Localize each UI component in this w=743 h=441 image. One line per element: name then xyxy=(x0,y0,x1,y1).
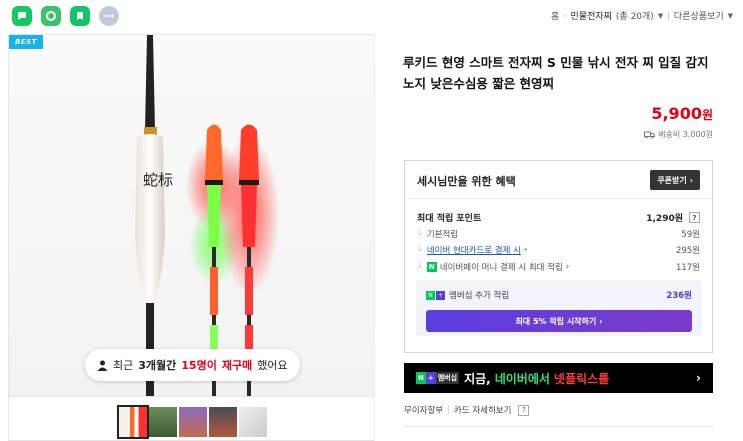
top-bar: 홈 › 민물전자찌 (총 20개) ▼ | 다른상품보기 ▼ xyxy=(0,0,743,32)
help-icon[interactable]: ? xyxy=(689,212,700,223)
breadcrumb-count: (총 20개) xyxy=(615,12,654,22)
benefit-title: 세시님만을 위한 혜택 xyxy=(417,175,516,188)
points-value: 295원 xyxy=(675,246,700,256)
price-value: 5,900 xyxy=(651,104,702,123)
caret-down-icon[interactable]: ▼ xyxy=(728,12,733,20)
talk-share-icon[interactable] xyxy=(12,6,32,26)
points-label: 기본적립 xyxy=(417,228,458,240)
membership-label: 멤버십 추가 적립 xyxy=(449,291,510,301)
membership-value: 236원 xyxy=(666,291,692,301)
notice-highlight: 재구매 xyxy=(221,359,253,372)
more-share-icon[interactable] xyxy=(99,6,119,26)
thumbnail[interactable] xyxy=(149,407,177,437)
membership-start-button[interactable]: 최대 5% 적립 시작하기 › xyxy=(426,310,692,332)
thumbnail[interactable] xyxy=(239,407,267,437)
banner-text-red: 넷플릭스를 xyxy=(553,371,610,386)
installment-divider: | xyxy=(447,405,450,415)
product-price: 5,900원 xyxy=(651,104,713,123)
banner-badge: 멤버십 xyxy=(435,372,460,384)
card-details-link[interactable]: 카드 자세히보기 xyxy=(454,404,511,416)
max-points-row: 최대 적립 포인트 1,290원 ? xyxy=(417,211,700,224)
banner-text-green: 네이버에서 xyxy=(494,371,550,386)
thumbnail[interactable] xyxy=(117,405,149,439)
points-row-basic: 기본적립 59원 xyxy=(417,228,700,240)
breadcrumb-home[interactable]: 홈 xyxy=(551,9,559,22)
notice-count: 15명이 xyxy=(181,359,217,372)
thumbnail-strip xyxy=(8,397,375,441)
chevron-right-icon: › xyxy=(696,371,701,385)
thumbnail[interactable] xyxy=(179,407,207,437)
notice-period: 3개월간 xyxy=(138,359,177,372)
points-value: 117원 xyxy=(675,263,700,273)
max-points-value: 1,290원 xyxy=(646,214,683,224)
other-products-link[interactable]: 다른상품보기 xyxy=(674,9,724,22)
max-points-label: 최대 적립 포인트 xyxy=(417,214,482,224)
float-logo-text: 蛇标 xyxy=(143,171,173,189)
installment-label: 무이자할부 xyxy=(404,406,444,416)
price-unit: 원 xyxy=(701,108,713,122)
points-row-card: 네이버 현대카드로 결제 시› 295원 xyxy=(417,244,700,256)
card-benefit-link[interactable]: 네이버 현대카드로 결제 시 xyxy=(427,244,521,256)
help-icon[interactable]: ? xyxy=(518,404,530,416)
notice-suffix: 했어요 xyxy=(257,359,288,372)
coupon-button-label: 쿠폰받기 xyxy=(657,175,687,185)
membership-box: N + 멤버십 추가 적립 236원 최대 5% 적립 시작하기 › xyxy=(416,280,702,336)
person-icon xyxy=(97,360,108,371)
truck-icon xyxy=(644,131,656,138)
repurchase-notice: 최근 3개월간 15명이 재구매 했어요 xyxy=(85,349,300,381)
section-divider xyxy=(404,426,713,427)
notice-prefix: 최근 xyxy=(113,359,134,372)
points-row-npay: N네이버페이 머니 결제 시 최대 적립› 117원 xyxy=(417,261,700,273)
membership-row: N + 멤버십 추가 적립 236원 xyxy=(426,289,692,301)
breadcrumb-current[interactable]: 민물전자찌 xyxy=(571,9,612,22)
breadcrumb: 홈 › 민물전자찌 (총 20개) ▼ | 다른상품보기 ▼ xyxy=(551,9,733,22)
installment-row: 무이자할부 | 카드 자세히보기 ? xyxy=(404,404,530,416)
product-title: 루키드 현영 스마트 전자찌 S 민물 낚시 전자 찌 입질 감지 노지 낮은수… xyxy=(403,55,709,91)
coupon-button[interactable]: 쿠폰받기 › xyxy=(650,170,700,190)
blog-share-icon[interactable] xyxy=(70,6,90,26)
membership-button-label: 최대 5% 적립 시작하기 xyxy=(515,316,597,326)
chevron-right-icon: › xyxy=(599,316,603,326)
netflix-promo-banner[interactable]: N + 멤버십 지금, 네이버에서 넷플릭스를 › xyxy=(404,363,713,393)
breadcrumb-divider: | xyxy=(667,11,670,20)
npay-benefit-link[interactable]: 네이버페이 머니 결제 시 최대 적립 xyxy=(440,261,563,273)
benefit-header: 세시님만을 위한 혜택 쿠폰받기 › xyxy=(405,161,712,199)
chevron-right-icon: › xyxy=(563,11,567,20)
caret-down-icon[interactable]: ▼ xyxy=(658,12,663,20)
shipping-fee: 배송비 3,000원 xyxy=(658,130,713,139)
thumbnail[interactable] xyxy=(209,407,237,437)
chevron-right-icon: › xyxy=(689,175,693,185)
chevron-right-icon: › xyxy=(565,262,570,272)
band-share-icon[interactable] xyxy=(41,6,61,26)
points-value: 59원 xyxy=(681,230,700,240)
banner-text-white: 지금, xyxy=(464,371,491,386)
npay-icon: N xyxy=(426,262,437,272)
shipping-info: 배송비 3,000원 xyxy=(644,129,713,140)
naver-plus-icon: N + xyxy=(426,290,445,300)
product-photo: 蛇标 xyxy=(135,35,279,396)
panel-divider xyxy=(374,34,375,441)
product-image[interactable]: BEST 蛇标 최근 3개월간 15명이 재구매 했어요 xyxy=(8,34,375,397)
chevron-right-icon: › xyxy=(523,245,528,255)
naver-plus-membership-icon: N + 멤버십 xyxy=(416,372,460,384)
